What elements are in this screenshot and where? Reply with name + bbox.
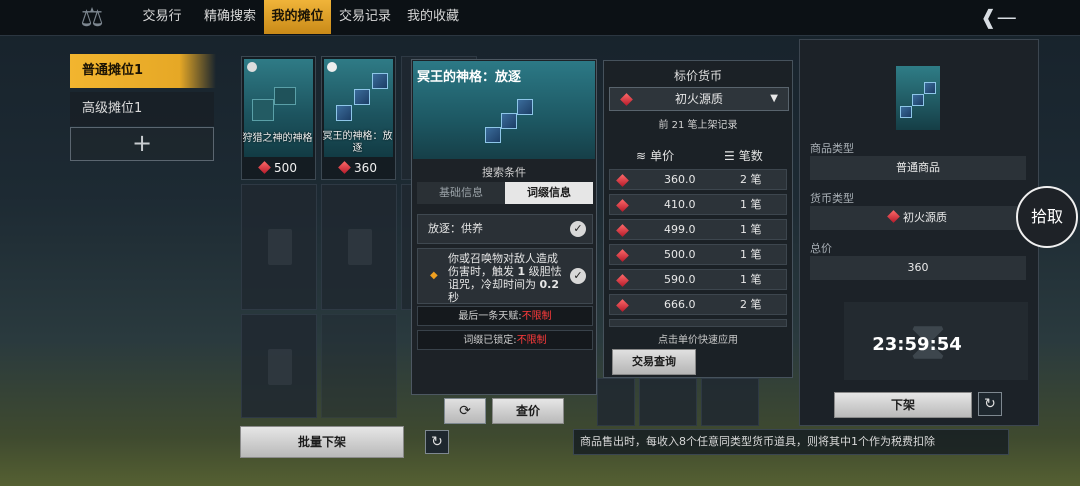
check-price-button[interactable]: 查价	[492, 398, 564, 424]
total-price-label: 总价	[810, 242, 832, 255]
check-icon[interactable]: ✓	[570, 268, 586, 284]
quick-apply-hint: 点击单价快速应用	[658, 335, 738, 346]
item-type-label: 商品类型	[810, 142, 854, 155]
currency-gem-icon	[887, 210, 900, 223]
item-thumbnail	[896, 66, 940, 130]
search-condition-title: 搜索条件	[482, 166, 526, 179]
price-row[interactable]: 410.0 1 笔	[609, 194, 787, 215]
item-name: 狩猎之神的神格	[242, 133, 313, 144]
cube-icon	[900, 106, 912, 118]
cube-icon	[485, 127, 501, 143]
equip-badge-icon	[247, 62, 257, 72]
back-arrow-icon[interactable]: ❰—	[980, 6, 1017, 28]
cube-icon	[912, 94, 924, 106]
item-type-value: 普通商品	[810, 156, 1026, 180]
price-row[interactable]: 360.0 2 笔	[609, 169, 787, 190]
last-talent-filter[interactable]: 最后一条天赋:不限制	[417, 306, 593, 326]
cube-icon	[924, 82, 936, 94]
equip-badge-icon	[327, 62, 337, 72]
scales-icon: ⚖	[80, 3, 104, 33]
total-price-value: 360	[810, 256, 1026, 280]
price-row[interactable]: 499.0 1 笔	[609, 219, 787, 240]
price-row[interactable]: 500.0 1 笔	[609, 244, 787, 265]
tab-precise-search[interactable]: 精确搜索	[196, 0, 264, 34]
check-icon[interactable]: ✓	[570, 221, 586, 237]
cube-icon	[336, 105, 352, 121]
empty-slot[interactable]	[597, 378, 635, 426]
layers-icon: ☰	[724, 149, 735, 163]
swap-icon[interactable]: ⟳	[444, 398, 486, 424]
column-unit-price: ≋ 单价	[636, 149, 675, 163]
price-row[interactable]: 666.0 2 笔	[609, 294, 787, 315]
tab-market[interactable]: 交易行	[128, 0, 196, 34]
stall-advanced-1[interactable]: 高级摊位1	[70, 92, 214, 126]
item-name: 冥王的神格：放逐	[322, 131, 393, 154]
currency-gem-icon	[338, 161, 351, 174]
pickup-button[interactable]: 拾取	[1016, 186, 1078, 248]
tab-basic-info[interactable]: 基础信息	[417, 182, 505, 204]
diamond-bullet-icon: ◆	[430, 270, 438, 281]
tab-my-stall[interactable]: 我的摊位	[264, 0, 331, 34]
column-count: ☰ 笔数	[724, 149, 763, 163]
listing-count-note: 前 21 笔上架记录	[658, 120, 738, 131]
listing-card[interactable]: 冥王的神格：放逐 360	[321, 56, 396, 180]
currency-gem-icon	[620, 93, 633, 106]
price-list-panel: 标价货币 初火源质 ▼ 前 21 笔上架记录 ≋ 单价 ☰ 笔数 360.0 2 笔 …	[603, 60, 793, 378]
cube-icon	[354, 89, 370, 105]
trade-query-button[interactable]: 交易查询	[612, 349, 696, 375]
tab-favorites[interactable]: 我的收藏	[399, 0, 467, 34]
tab-trade-records[interactable]: 交易记录	[331, 0, 399, 34]
stall-normal-1[interactable]: 普通摊位1	[70, 54, 216, 88]
item-price: 360	[322, 161, 395, 175]
refresh-icon[interactable]: ↻	[425, 430, 449, 454]
chevron-down-icon: ▼	[770, 93, 778, 104]
add-stall-button[interactable]: +	[70, 127, 214, 161]
timer-box: ⧗ 23:59:54	[844, 302, 1028, 380]
top-nav-bar: ⚖ 交易行 精确搜索 我的摊位 交易记录 我的收藏 ❰—	[0, 0, 1080, 36]
tab-affix-info[interactable]: 词缀信息	[505, 182, 593, 204]
affix-text: 你或召唤物对敌人造成伤害时，触发 1 级胆怯诅咒，冷却时间为 0.2 秒	[448, 252, 562, 304]
item-price: 500	[242, 161, 315, 175]
price-row-partial[interactable]	[609, 319, 787, 327]
affix-row[interactable]: 放逐：供养 ✓	[417, 214, 593, 244]
search-condition-panel: 冥王的神格：放逐 搜索条件 基础信息 词缀信息 放逐：供养 ✓ ◆ 你或召唤物对…	[411, 59, 597, 395]
empty-slot[interactable]	[701, 378, 759, 426]
coins-icon: ≋	[636, 149, 647, 163]
currency-type-value: 初火源质	[810, 206, 1026, 230]
tax-note: 商品售出时，每收入8个任意同类型货币道具，则将其中1个作为税费扣除	[573, 429, 1009, 455]
item-preview: 冥王的神格：放逐	[413, 61, 595, 159]
price-row[interactable]: 590.0 1 笔	[609, 269, 787, 290]
affix-row[interactable]: ◆ 你或召唤物对敌人造成伤害时，触发 1 级胆怯诅咒，冷却时间为 0.2 秒 ✓	[417, 248, 593, 304]
affix-locked-filter[interactable]: 词缀已锁定:不限制	[417, 330, 593, 350]
refresh-icon[interactable]: ↻	[978, 392, 1002, 416]
currency-type-label: 货币类型	[810, 192, 854, 205]
empty-slot[interactable]	[639, 378, 697, 426]
listing-detail-panel: 商品类型 普通商品 货币类型 初火源质 总价 360 ⧗ 23:59:54 下架…	[799, 39, 1039, 426]
bulk-delist-button[interactable]: 批量下架	[240, 426, 404, 458]
currency-dropdown[interactable]: 初火源质 ▼	[609, 87, 789, 111]
cube-icon	[501, 113, 517, 129]
item-title: 冥王的神格：放逐	[417, 70, 522, 85]
cube-icon	[517, 99, 533, 115]
empty-slot[interactable]	[321, 184, 397, 310]
empty-slot[interactable]	[321, 314, 397, 418]
cube-icon	[274, 87, 296, 105]
currency-gem-icon	[258, 161, 271, 174]
delist-button[interactable]: 下架	[834, 392, 972, 418]
empty-slot[interactable]	[241, 314, 317, 418]
empty-slot[interactable]	[241, 184, 317, 310]
price-currency-title: 标价货币	[673, 69, 722, 83]
cube-icon	[252, 99, 274, 121]
cube-icon	[372, 73, 388, 89]
affix-text: 放逐：供养	[428, 222, 483, 235]
listing-card[interactable]: 狩猎之神的神格 500	[241, 56, 316, 180]
countdown-timer: 23:59:54	[872, 334, 962, 355]
